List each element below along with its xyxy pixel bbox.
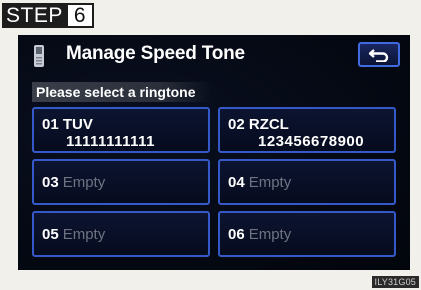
slot-name: Empty	[248, 174, 292, 191]
step-number: 6	[67, 3, 94, 28]
slot-number: 04	[228, 174, 245, 191]
slot-label: 06 Empty	[228, 226, 291, 243]
slot-name: Empty	[248, 226, 292, 243]
slot-number: 01	[42, 116, 59, 133]
slot-value: 11111111111	[66, 133, 155, 150]
subtitle: Please select a ringtone	[36, 84, 196, 100]
slot-value: 123456678900	[258, 133, 365, 150]
slot-label: 03 Empty	[42, 174, 105, 191]
slot-name: TUV	[62, 116, 93, 133]
header: Manage Speed Tone	[18, 35, 410, 79]
slot-number: 06	[228, 226, 245, 243]
slot-number: 05	[42, 226, 59, 243]
figure-code: ILY31G05	[371, 276, 419, 288]
back-button[interactable]	[358, 42, 400, 67]
ringtone-slot-01[interactable]: 01 TUV 11111111111	[32, 107, 210, 153]
slot-label: 01 TUV	[42, 116, 93, 133]
ringtone-slot-03[interactable]: 03 Empty	[32, 159, 210, 205]
slot-label: 02 RZCL	[228, 116, 289, 133]
slot-label: 04 Empty	[228, 174, 291, 191]
slot-number: 02	[228, 116, 245, 133]
step-label: STEP	[2, 3, 68, 28]
ringtone-slot-02[interactable]: 02 RZCL 123456678900	[218, 107, 396, 153]
ringtone-slot-05[interactable]: 05 Empty	[32, 211, 210, 257]
return-arrow-icon	[368, 48, 389, 62]
slot-label: 05 Empty	[42, 226, 105, 243]
slot-number: 03	[42, 174, 59, 191]
slot-name: RZCL	[248, 116, 289, 133]
page-title: Manage Speed Tone	[66, 43, 245, 64]
display-screen: Manage Speed Tone Please select a ringto…	[18, 35, 410, 270]
slot-name: Empty	[62, 226, 106, 243]
step-indicator: STEP 6	[2, 3, 94, 28]
slot-name: Empty	[62, 174, 106, 191]
ringtone-slot-04[interactable]: 04 Empty	[218, 159, 396, 205]
ringtone-slot-06[interactable]: 06 Empty	[218, 211, 396, 257]
phone-icon	[34, 45, 44, 67]
